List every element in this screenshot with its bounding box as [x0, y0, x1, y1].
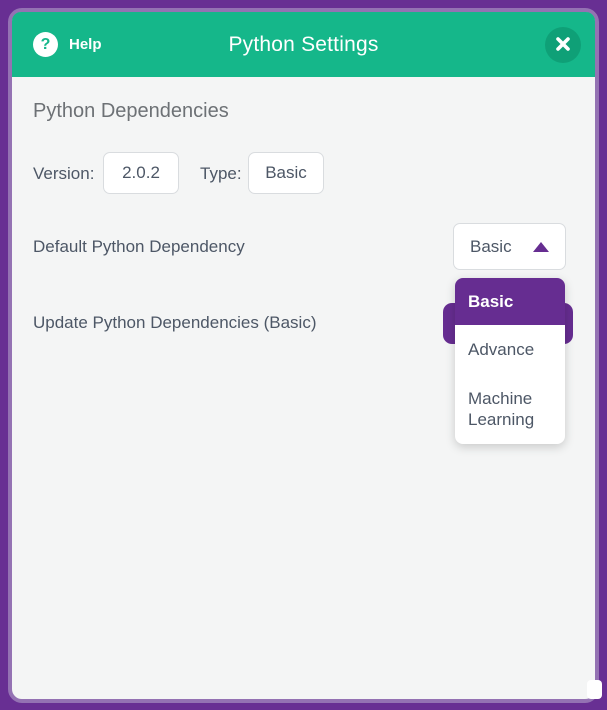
type-label: Type:	[200, 164, 242, 183]
close-icon	[555, 36, 571, 55]
type-value-box[interactable]: Basic	[248, 152, 324, 194]
python-settings-dialog: Python Settings ? Help Python Dependenci…	[8, 8, 599, 703]
dependency-dropdown-menu: Basic Advance Machine Learning	[455, 278, 565, 444]
dropdown-option-advance[interactable]: Advance	[455, 325, 565, 374]
section-heading: Python Dependencies	[33, 100, 229, 122]
update-dependencies-label: Update Python Dependencies (Basic)	[33, 313, 317, 332]
default-dependency-label: Default Python Dependency	[33, 237, 245, 256]
close-button[interactable]	[545, 27, 581, 63]
version-label: Version:	[33, 164, 95, 183]
chevron-up-icon	[533, 241, 549, 252]
page-background: { "colors": { "frame_purple": "#682f93",…	[0, 0, 607, 710]
default-dependency-select[interactable]: Basic	[453, 223, 566, 270]
dropdown-option-machine-learning[interactable]: Machine Learning	[455, 374, 565, 444]
question-mark-icon: ?	[33, 32, 58, 57]
help-button[interactable]: ? Help	[33, 32, 102, 57]
dropdown-option-basic[interactable]: Basic	[455, 278, 565, 325]
version-value-box[interactable]: 2.0.2	[103, 152, 179, 194]
dialog-header: Python Settings ? Help	[12, 12, 595, 77]
help-label: Help	[69, 36, 102, 53]
select-value: Basic	[470, 236, 512, 256]
scrollbar-thumb[interactable]	[587, 680, 602, 699]
